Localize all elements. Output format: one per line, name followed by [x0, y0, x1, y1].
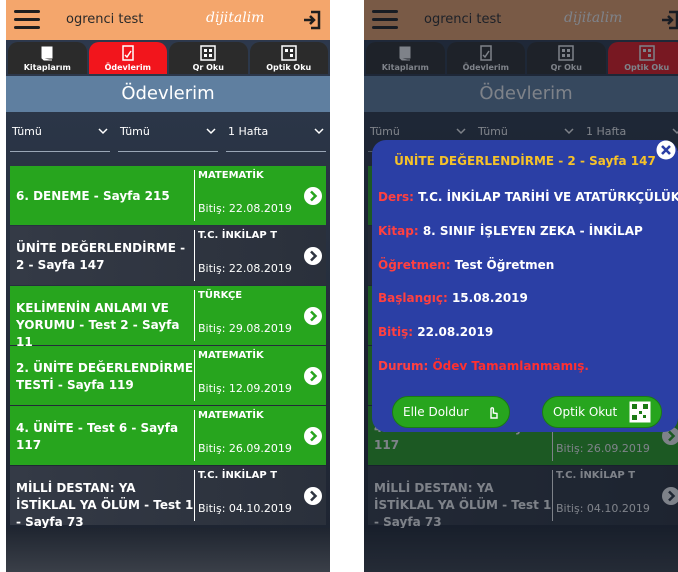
assignment-subject: TÜRKÇE — [198, 290, 243, 301]
tab-homework[interactable]: Ödevlerim — [88, 42, 167, 74]
assignment-subject: T.C. İNKİLAP T — [198, 470, 278, 481]
hamburger-menu-icon[interactable] — [14, 10, 40, 30]
user-name: ogrenci test — [66, 12, 144, 27]
app-logo: dijitalim — [206, 10, 265, 26]
tab-books[interactable]: Kitaplarım — [8, 42, 87, 74]
filter-value: Tümü — [12, 125, 42, 138]
qr-code-icon — [200, 45, 216, 61]
assignment-subject: MATEMATİK — [198, 170, 264, 181]
assignment-subject: T.C. İNKİLAP T — [198, 230, 278, 241]
logout-icon[interactable] — [302, 10, 322, 30]
tab-qr[interactable]: Qr Oku — [169, 42, 248, 74]
modal-row-teacher: Öğretmen: Test Öğretmen — [378, 258, 554, 272]
button-label: Elle Doldur — [403, 405, 469, 419]
assignment-due-date: Bitiş: 22.08.2019 — [198, 202, 292, 215]
assignment-title: MİLLİ DESTAN: YA İSTİKLAL YA ÖLÜM - Test… — [16, 481, 194, 529]
detail-label: Öğretmen: — [378, 258, 451, 272]
row-divider — [194, 170, 195, 221]
book-icon — [41, 46, 53, 61]
row-divider — [194, 290, 195, 341]
chevron-right-icon[interactable] — [304, 487, 322, 505]
detail-value: Test Öğretmen — [454, 258, 555, 272]
tab-label: Ödevlerim — [104, 63, 151, 72]
chevron-right-icon[interactable] — [304, 307, 322, 325]
row-divider — [194, 350, 195, 401]
chevron-right-icon[interactable] — [304, 427, 322, 445]
detail-label: Bitiş: — [378, 325, 414, 339]
assignment-row[interactable]: MİLLİ DESTAN: YA İSTİKLAL YA ÖLÜM - Test… — [10, 466, 326, 529]
chevron-down-icon — [314, 128, 324, 135]
qr-scan-icon — [629, 401, 651, 423]
detail-value: 8. SINIF İŞLEYEN ZEKA - İNKİLAP — [422, 224, 643, 238]
optical-form-icon — [281, 45, 297, 61]
chevron-right-icon[interactable] — [304, 247, 322, 265]
modal-row-status: Durum: Ödev Tamamlanmamış. — [378, 359, 589, 373]
assignment-row[interactable]: 6. DENEME - Sayfa 215 MATEMATİK Bitiş: 2… — [10, 166, 326, 225]
modal-title: ÜNİTE DEĞERLENDİRME - 2 - Sayfa 147 — [394, 154, 656, 168]
chevron-right-icon[interactable] — [304, 187, 322, 205]
assignment-title: KELİMENİN ANLAMI VE YORUMU - Test 2 - Sa… — [16, 301, 180, 349]
assignment-subject: MATEMATİK — [198, 410, 264, 421]
filter-bar: Tümü Tümü 1 Hafta — [6, 118, 330, 152]
tab-label: Kitaplarım — [23, 63, 71, 72]
modal-row-book: Kitap: 8. SINIF İŞLEYEN ZEKA - İNKİLAP — [378, 224, 643, 238]
row-divider — [194, 410, 195, 461]
modal-row-end: Bitiş: 22.08.2019 — [378, 325, 493, 339]
detail-value: 22.08.2019 — [417, 325, 494, 339]
chevron-right-icon[interactable] — [304, 367, 322, 385]
assignment-due-date: Bitiş: 26.09.2019 — [198, 442, 292, 455]
assignment-row[interactable]: ÜNİTE DEĞERLENDİRME - 2 - Sayfa 147 T.C.… — [10, 226, 326, 285]
filter-status-select[interactable]: Tümü — [118, 118, 218, 152]
modal-row-start: Başlangıç: 15.08.2019 — [378, 291, 528, 305]
assignment-subject: MATEMATİK — [198, 350, 264, 361]
homework-icon — [122, 45, 134, 61]
assignment-title: ÜNİTE DEĞERLENDİRME - 2 - Sayfa 147 — [16, 241, 186, 272]
detail-value: 15.08.2019 — [451, 291, 528, 305]
assignment-row[interactable]: 4. ÜNİTE - Test 6 - Sayfa 117 MATEMATİK … — [10, 406, 326, 465]
chevron-down-icon — [98, 128, 108, 135]
assignments-screen: ogrenci test dijitalim Kitaplarım Ödevle… — [6, 0, 330, 572]
button-label: Optik Okut — [553, 405, 618, 419]
filter-value: Tümü — [120, 125, 150, 138]
assignment-due-date: Bitiş: 29.08.2019 — [198, 322, 292, 335]
assignment-title: 4. ÜNİTE - Test 6 - Sayfa 117 — [16, 421, 179, 452]
tab-label: Optik Oku — [266, 63, 312, 72]
detail-value: T.C. İNKİLAP TARİHİ VE ATATÜRKÇÜLÜK — [418, 190, 678, 204]
detail-label: Kitap: — [378, 224, 419, 238]
detail-label: Başlangıç: — [378, 291, 448, 305]
filter-period-select[interactable]: 1 Hafta — [226, 118, 326, 152]
tab-optical[interactable]: Optik Oku — [249, 42, 328, 74]
optical-scan-button[interactable]: Optik Okut — [542, 396, 662, 428]
assignment-list: 6. DENEME - Sayfa 215 MATEMATİK Bitiş: 2… — [10, 166, 326, 529]
assignment-due-date: Bitiş: 12.09.2019 — [198, 382, 292, 395]
row-divider — [194, 470, 195, 521]
assignment-title: 6. DENEME - Sayfa 215 — [16, 189, 170, 203]
assignment-detail-modal: ÜNİTE DEĞERLENDİRME - 2 - Sayfa 147 Ders… — [372, 140, 678, 432]
assignment-detail-screen: ogrenci test dijitalim Kitaplarım Ödevle… — [364, 0, 678, 572]
bottom-fade — [6, 528, 330, 572]
assignment-title: 2. ÜNİTE DEĞERLENDİRME TESTİ - Sayfa 119 — [16, 361, 194, 392]
filter-value: 1 Hafta — [228, 125, 269, 138]
hand-pointer-icon — [490, 407, 498, 419]
fill-manually-button[interactable]: Elle Doldur — [392, 396, 510, 428]
filter-subject-select[interactable]: Tümü — [10, 118, 110, 152]
app-header: ogrenci test dijitalim — [6, 0, 330, 40]
assignment-row[interactable]: KELİMENİN ANLAMI VE YORUMU - Test 2 - Sa… — [10, 286, 326, 349]
status-value: Ödev Tamamlanmamış. — [432, 359, 589, 373]
page-title: Ödevlerim — [6, 76, 330, 112]
chevron-down-icon — [206, 128, 216, 135]
tab-label: Qr Oku — [192, 63, 224, 72]
assignment-due-date: Bitiş: 04.10.2019 — [198, 502, 292, 515]
assignment-due-date: Bitiş: 22.08.2019 — [198, 262, 292, 275]
row-divider — [194, 230, 195, 281]
tab-bar: Kitaplarım Ödevlerim Qr Oku Optik Oku — [6, 42, 330, 74]
modal-row-course: Ders: T.C. İNKİLAP TARİHİ VE ATATÜRKÇÜLÜ… — [378, 190, 678, 204]
detail-label: Ders: — [378, 190, 414, 204]
detail-label: Durum: — [378, 359, 429, 373]
assignment-row[interactable]: 2. ÜNİTE DEĞERLENDİRME TESTİ - Sayfa 119… — [10, 346, 326, 405]
